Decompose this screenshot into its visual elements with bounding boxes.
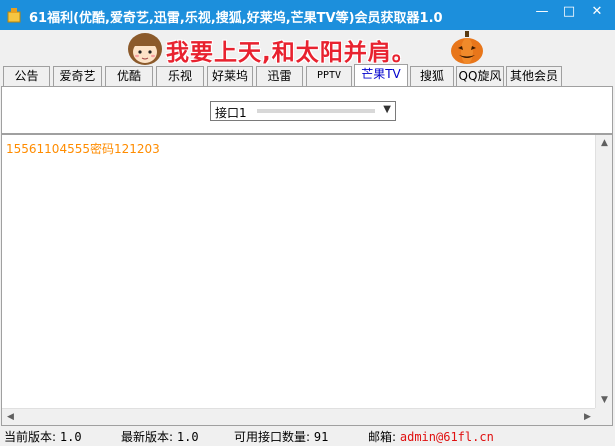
- status-bar: 当前版本: 1.0 最新版本: 1.0 可用接口数量: 91 邮箱: admin…: [0, 426, 615, 446]
- latest-version-label: 最新版本:: [121, 430, 174, 444]
- output-textarea[interactable]: 15561104555密码121203 ▲ ▼ ◀ ▶: [1, 134, 613, 426]
- horizontal-scrollbar[interactable]: ◀ ▶: [2, 408, 596, 425]
- latest-version: 最新版本: 1.0: [121, 428, 199, 445]
- mail-link[interactable]: admin@61fl.cn: [400, 430, 494, 444]
- tab-label: 好莱坞: [211, 69, 248, 83]
- tab-iqiyi[interactable]: 爱奇艺: [53, 66, 102, 86]
- scroll-up-icon[interactable]: ▲: [596, 135, 613, 152]
- tab-youku[interactable]: 优酷: [105, 66, 153, 86]
- scroll-down-icon[interactable]: ▼: [596, 392, 613, 409]
- tab-mango-tv[interactable]: 芒果TV: [354, 64, 408, 86]
- vertical-scrollbar[interactable]: ▲ ▼: [595, 135, 612, 409]
- latest-version-value: 1.0: [176, 430, 199, 444]
- close-icon: ✕: [591, 4, 603, 19]
- tab-label: 迅雷: [267, 69, 292, 83]
- tab-label: 公告: [14, 69, 39, 83]
- tab-qq-xuanfeng[interactable]: QQ旋风: [456, 66, 504, 86]
- girl-face-icon: [128, 33, 162, 65]
- tab-pptv[interactable]: PPTV: [306, 66, 352, 86]
- tab-label: QQ旋风: [458, 69, 502, 83]
- minimize-icon: —: [535, 4, 549, 19]
- available-count: 可用接口数量: 91: [234, 428, 328, 445]
- tab-sohu[interactable]: 搜狐: [410, 66, 454, 86]
- select-value: 接口1: [215, 106, 247, 120]
- output-line: 15561104555密码121203: [6, 142, 160, 156]
- app-icon: [7, 8, 21, 23]
- tab-label: 搜狐: [419, 69, 444, 83]
- banner: 我要上天,和太阳并肩。: [0, 30, 615, 66]
- scrollbar-corner: [595, 408, 612, 425]
- maximize-icon: □: [562, 4, 576, 19]
- mail: 邮箱: admin@61fl.cn: [368, 428, 494, 445]
- available-count-value: 91: [313, 430, 329, 444]
- chevron-down-icon[interactable]: ▼: [383, 104, 391, 115]
- tab-announcement[interactable]: 公告: [3, 66, 50, 86]
- tab-letv[interactable]: 乐视: [156, 66, 204, 86]
- mail-label: 邮箱:: [368, 430, 397, 444]
- tab-hollywood[interactable]: 好莱坞: [207, 66, 253, 86]
- select-highlight: [257, 109, 375, 113]
- tab-label: PPTV: [316, 70, 342, 81]
- current-version: 当前版本: 1.0: [4, 428, 82, 445]
- tab-label: 爱奇艺: [59, 69, 96, 83]
- banner-text: 我要上天,和太阳并肩。: [166, 40, 416, 66]
- tab-label: 乐视: [167, 69, 192, 83]
- tab-label: 其他会员: [509, 69, 558, 83]
- close-button[interactable]: ✕: [582, 0, 612, 24]
- tab-xunlei[interactable]: 迅雷: [256, 66, 303, 86]
- interface-select[interactable]: 接口1 ▼: [210, 101, 396, 121]
- available-count-label: 可用接口数量:: [234, 430, 311, 444]
- current-version-label: 当前版本:: [4, 430, 57, 444]
- scroll-right-icon[interactable]: ▶: [579, 409, 596, 426]
- window-title: 61福利(优酷,爱奇艺,迅雷,乐视,搜狐,好莱坞,芒果TV等)会员获取器1.0: [29, 11, 443, 26]
- tab-panel: 接口1 ▼: [1, 86, 613, 134]
- pumpkin-icon: [451, 31, 483, 64]
- current-version-value: 1.0: [59, 430, 82, 444]
- minimize-button[interactable]: —: [527, 0, 557, 24]
- tab-label: 优酷: [116, 69, 141, 83]
- scroll-left-icon[interactable]: ◀: [2, 409, 19, 426]
- title-bar[interactable]: 61福利(优酷,爱奇艺,迅雷,乐视,搜狐,好莱坞,芒果TV等)会员获取器1.0 …: [0, 0, 615, 30]
- maximize-button[interactable]: □: [554, 0, 584, 24]
- tab-other-members[interactable]: 其他会员: [506, 66, 562, 86]
- tab-label: 芒果TV: [361, 67, 401, 81]
